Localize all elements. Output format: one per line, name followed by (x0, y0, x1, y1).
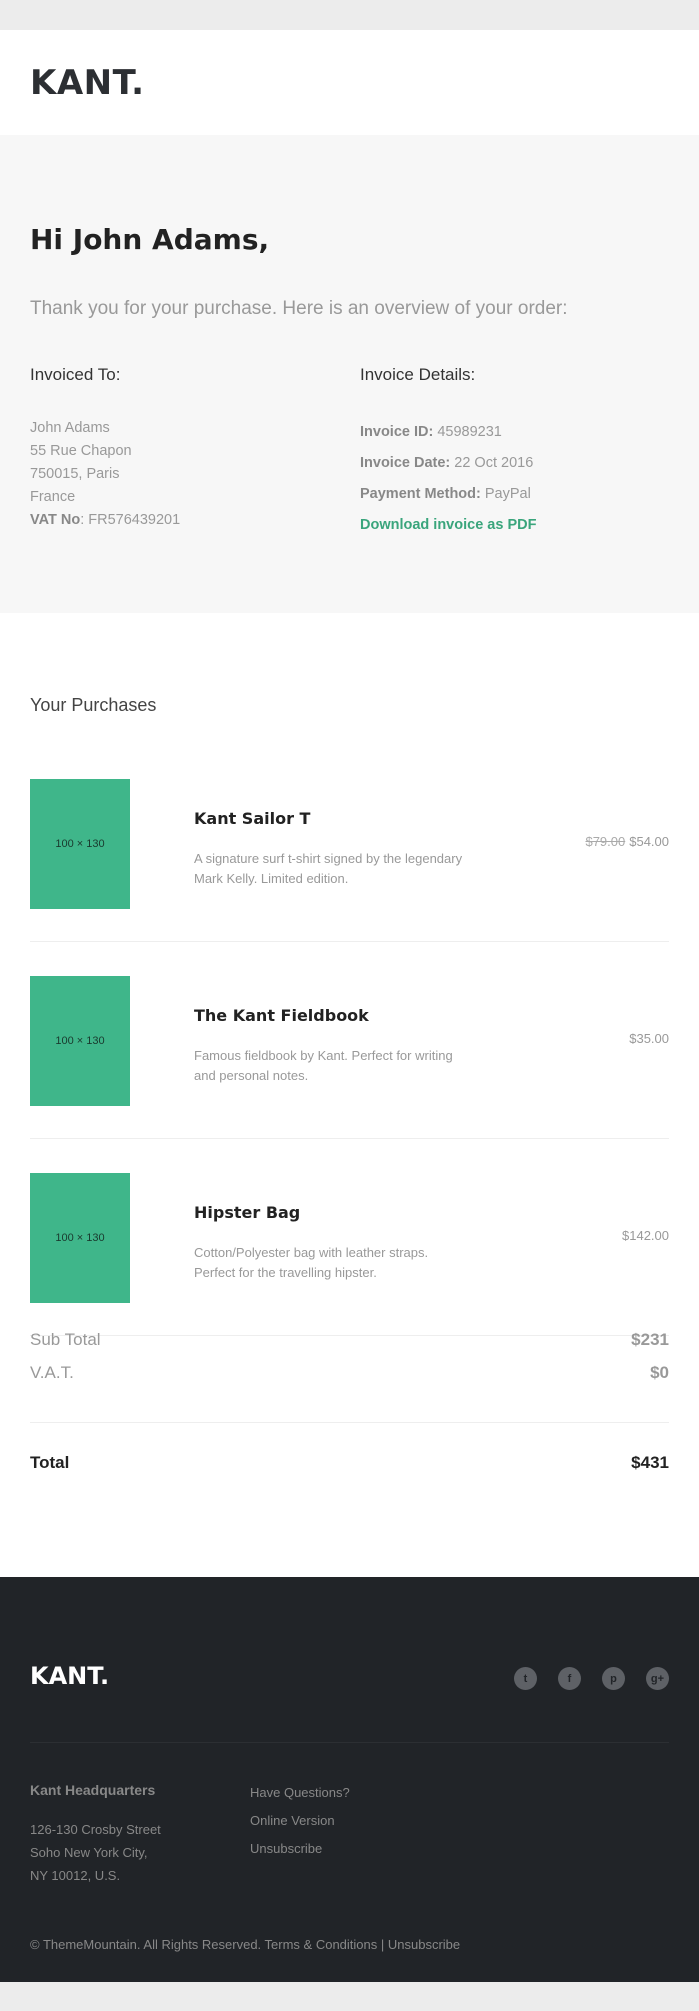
unsubscribe-link[interactable]: Unsubscribe (250, 1835, 350, 1863)
subtotal-label: Sub Total (30, 1329, 101, 1349)
invoice-date: Invoice Date: 22 Oct 2016 (360, 448, 536, 479)
sale-price: $54.00 (629, 834, 669, 849)
product-description: Cotton/Polyester bag with leather straps… (194, 1245, 429, 1280)
payment-method-value: PayPal (480, 486, 531, 502)
terms-link[interactable]: Terms & Conditions (265, 1937, 378, 1952)
purchases-section: Your Purchases 100 × 130 Kant Sailor T A… (0, 613, 699, 1577)
totals-block: Sub Total $231 V.A.T. $0 Total $431 (30, 1323, 669, 1473)
copyright-line: © ThemeMountain. All Rights Reserved. Te… (30, 1937, 460, 1952)
product-name[interactable]: Kant Sailor T (194, 809, 310, 828)
facebook-icon[interactable]: f (558, 1667, 581, 1690)
social-links: t f p g+ (514, 1667, 669, 1690)
product-image-placeholder[interactable]: 100 × 130 (30, 779, 130, 909)
email-header: KANT. (0, 30, 699, 135)
have-questions-link[interactable]: Have Questions? (250, 1779, 350, 1807)
totals-divider (30, 1422, 669, 1423)
original-price: $79.00 (585, 834, 626, 849)
address-line: France (30, 489, 76, 505)
thanks-text: Thank you for your purchase. Here is an … (30, 298, 568, 319)
invoice-date-value: 22 Oct 2016 (450, 455, 534, 471)
brand-logo[interactable]: KANT. (30, 63, 145, 103)
purchases-title: Your Purchases (30, 695, 157, 715)
subtotal-row: Sub Total $231 (30, 1323, 669, 1356)
product-name[interactable]: Hipster Bag (194, 1203, 300, 1222)
footer-links: Have Questions? Online Version Unsubscri… (250, 1779, 350, 1863)
greeting-heading: Hi John Adams, (30, 223, 270, 256)
address-line: 750015, Paris (30, 466, 120, 482)
invoice-details-title: Invoice Details: (360, 365, 476, 384)
address-line: 55 Rue Chapon (30, 443, 132, 459)
vat-row-label: V.A.T. (30, 1362, 74, 1382)
hq-title: Kant Headquarters (30, 1782, 156, 1798)
footer-logo[interactable]: KANT. (30, 1662, 109, 1690)
payment-method-label: Payment Method: (360, 486, 481, 502)
invoice-date-label: Invoice Date: (360, 455, 451, 471)
product-description: A signature surf t-shirt signed by the l… (194, 851, 463, 886)
purchase-item: 100 × 130 Kant Sailor T A signature surf… (30, 745, 669, 942)
purchase-item: 100 × 130 Hipster Bag Cotton/Polyester b… (30, 1139, 669, 1336)
total-label: Total (30, 1453, 70, 1472)
googleplus-icon[interactable]: g+ (646, 1667, 669, 1690)
vat-row-value: $0 (650, 1362, 669, 1382)
invoice-id-value: 45989231 (433, 424, 502, 440)
email-footer: KANT. t f p g+ Kant Headquarters 126-130… (0, 1577, 699, 1982)
purchase-item: 100 × 130 The Kant Fieldbook Famous fiel… (30, 942, 669, 1139)
product-image-placeholder[interactable]: 100 × 130 (30, 1173, 130, 1303)
copyright-text: © ThemeMountain. All Rights Reserved. (30, 1937, 265, 1952)
invoice-id: Invoice ID: 45989231 (360, 417, 536, 448)
download-pdf-link[interactable]: Download invoice as PDF (360, 510, 536, 541)
footer-divider (30, 1742, 669, 1743)
intro-section: Hi John Adams, Thank you for your purcha… (0, 135, 699, 613)
vat-label: VAT No (30, 512, 81, 528)
copyright-separator: | (377, 1937, 388, 1952)
hq-address-line: Soho New York City, (30, 1845, 148, 1860)
address-line: John Adams (30, 420, 110, 436)
invoiced-to-title: Invoiced To: (30, 365, 121, 384)
product-price: $79.00 $54.00 (585, 834, 669, 849)
product-price: $142.00 (622, 1228, 669, 1243)
subtotal-value: $231 (631, 1329, 669, 1349)
hq-address-line: 126-130 Crosby Street (30, 1822, 161, 1837)
invoiced-to-block: Invoiced To: John Adams 55 Rue Chapon 75… (30, 365, 180, 532)
total-row: Total $431 (30, 1453, 669, 1473)
total-value: $431 (631, 1453, 669, 1472)
pinterest-icon[interactable]: p (602, 1667, 625, 1690)
invoice-details-block: Invoice Details: Invoice ID: 45989231 In… (360, 365, 536, 541)
twitter-icon[interactable]: t (514, 1667, 537, 1690)
vat-value: : FR576439201 (80, 512, 181, 528)
invoice-id-label: Invoice ID: (360, 424, 434, 440)
online-version-link[interactable]: Online Version (250, 1807, 350, 1835)
product-image-placeholder[interactable]: 100 × 130 (30, 976, 130, 1106)
product-description: Famous fieldbook by Kant. Perfect for wr… (194, 1048, 453, 1083)
vat-row: V.A.T. $0 (30, 1356, 669, 1389)
product-price: $35.00 (629, 1031, 669, 1046)
payment-method: Payment Method: PayPal (360, 479, 536, 510)
email-container: KANT. Hi John Adams, Thank you for your … (0, 30, 699, 1982)
vat-number: VAT No: FR576439201 (30, 509, 180, 532)
product-name[interactable]: The Kant Fieldbook (194, 1006, 369, 1025)
hq-address-line: NY 10012, U.S. (30, 1868, 121, 1883)
headquarters-block: Kant Headquarters 126-130 Crosby Street … (30, 1782, 161, 1887)
footer-unsubscribe-link[interactable]: Unsubscribe (388, 1937, 460, 1952)
